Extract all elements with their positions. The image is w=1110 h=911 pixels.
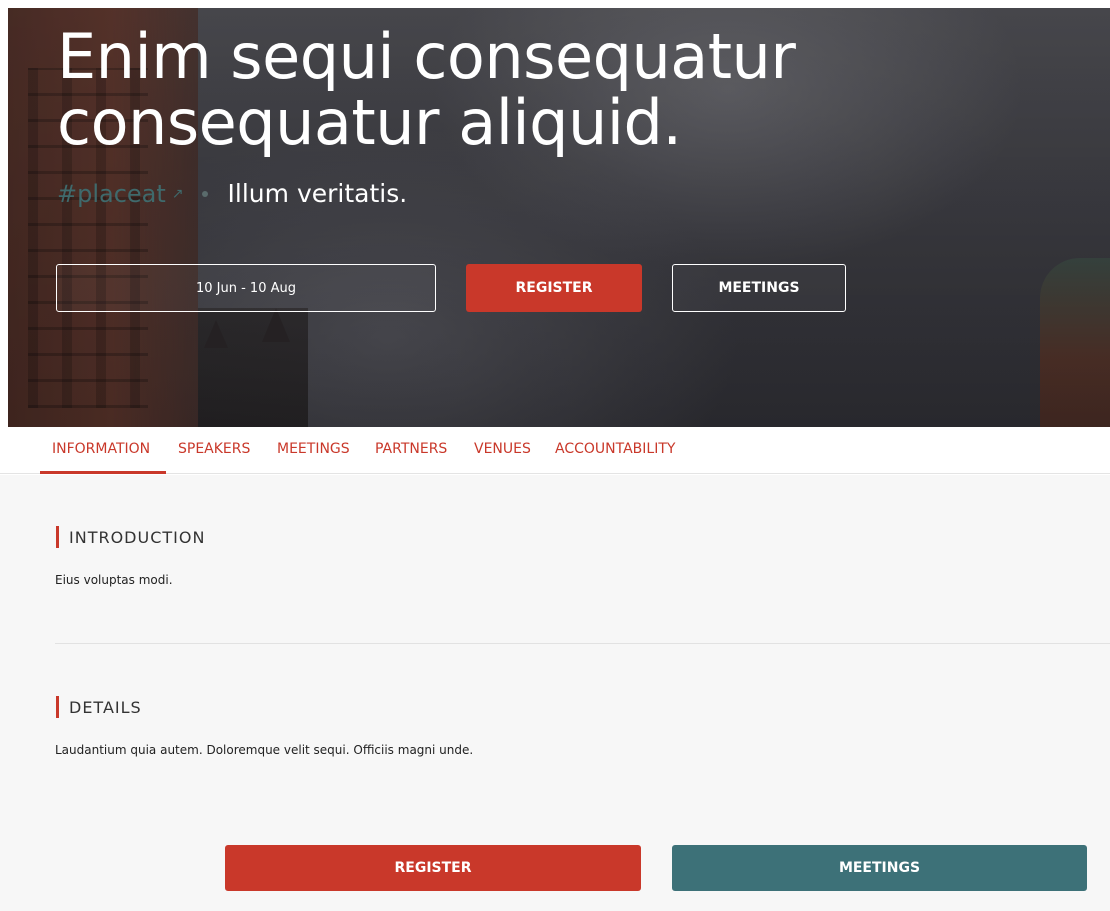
external-link-icon[interactable]: ↗: [172, 185, 184, 202]
tab-information[interactable]: INFORMATION: [52, 441, 150, 457]
subtitle: Illum veritatis.: [227, 179, 408, 208]
tab-speakers[interactable]: SPEAKERS: [178, 441, 250, 457]
footer-meetings-button[interactable]: MEETINGS: [672, 845, 1087, 891]
separator-dot: [201, 190, 208, 197]
heading-accent-bar: [56, 696, 59, 718]
page-title: Enim sequi consequatur consequatur aliqu…: [57, 20, 796, 159]
tab-accountability[interactable]: ACCOUNTABILITY: [555, 441, 675, 457]
tab-bar: INFORMATION SPEAKERS MEETINGS PARTNERS V…: [0, 427, 1110, 474]
details-body: Laudantium quia autem. Doloremque velit …: [55, 743, 474, 757]
hero-meta: #placeat ↗ Illum veritatis.: [57, 179, 407, 208]
date-range-button[interactable]: 10 Jun - 10 Aug: [56, 264, 436, 312]
introduction-heading: INTRODUCTION: [56, 526, 205, 548]
footer-register-button[interactable]: REGISTER: [225, 845, 641, 891]
hashtag-link[interactable]: #placeat: [57, 180, 166, 208]
heading-accent-bar: [56, 526, 59, 548]
register-button[interactable]: REGISTER: [466, 264, 642, 312]
active-tab-indicator: [40, 471, 166, 474]
introduction-heading-text: INTRODUCTION: [69, 527, 206, 547]
hero-banner: Enim sequi consequatur consequatur aliqu…: [8, 8, 1110, 427]
details-heading-text: DETAILS: [69, 697, 142, 717]
tab-meetings[interactable]: MEETINGS: [277, 441, 350, 457]
section-divider: [55, 643, 1110, 644]
tab-partners[interactable]: PARTNERS: [375, 441, 447, 457]
main-content: INTRODUCTION Eius voluptas modi. DETAILS…: [0, 475, 1110, 911]
details-heading: DETAILS: [56, 696, 142, 718]
meetings-button[interactable]: MEETINGS: [672, 264, 846, 312]
introduction-body: Eius voluptas modi.: [55, 573, 173, 587]
tab-venues[interactable]: VENUES: [474, 441, 531, 457]
